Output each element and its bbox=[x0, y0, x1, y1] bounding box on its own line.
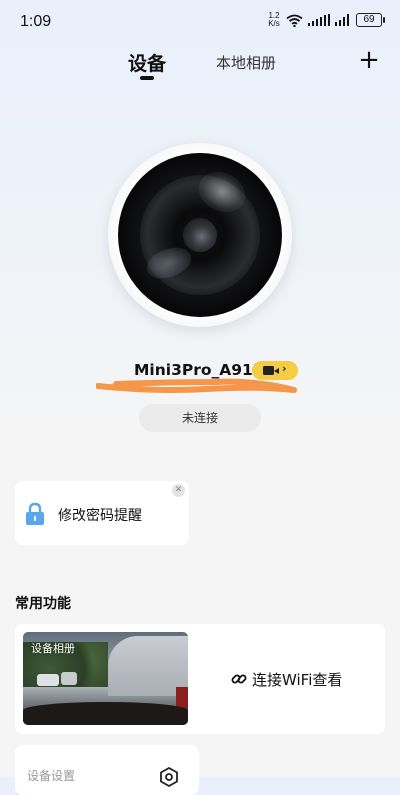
status-bar: 1:09 1.2 K/s 69 bbox=[0, 0, 400, 44]
network-speed-unit: K/s bbox=[268, 19, 280, 28]
status-icons: 1.2 K/s 69 bbox=[267, 12, 385, 28]
password-reminder-card[interactable]: 修改密码提醒 ✕ bbox=[15, 481, 189, 545]
thumb-dashboard bbox=[23, 702, 188, 725]
network-speed: 1.2 K/s bbox=[267, 12, 281, 28]
password-reminder-label: 修改密码提醒 bbox=[58, 508, 142, 524]
settings-icon bbox=[160, 767, 178, 787]
link-icon bbox=[231, 674, 247, 684]
cellular-signal-icon bbox=[308, 14, 330, 26]
tab-local-album[interactable]: 本地相册 bbox=[216, 52, 276, 73]
connect-wifi-label: 连接WiFi查看 bbox=[252, 670, 343, 689]
scribble-annotation bbox=[96, 378, 297, 393]
device-image[interactable] bbox=[108, 143, 292, 327]
add-device-button[interactable]: + bbox=[358, 47, 380, 73]
section-title: 常用功能 bbox=[15, 596, 71, 612]
wifi-icon bbox=[286, 14, 303, 27]
device-settings-card[interactable]: 设备设置 bbox=[15, 745, 199, 795]
device-settings-label: 设备设置 bbox=[27, 769, 76, 783]
cellular-signal-2-icon bbox=[335, 14, 349, 26]
top-tabs: 设备 本地相册 + bbox=[0, 46, 400, 86]
camera-lens-icon bbox=[118, 153, 282, 317]
device-album-button[interactable]: 设备相册 bbox=[23, 632, 188, 725]
connection-status-badge[interactable]: 未连接 bbox=[139, 404, 261, 432]
lens-core bbox=[183, 218, 217, 252]
tab-active-indicator bbox=[140, 76, 154, 80]
device-album-label: 设备相册 bbox=[31, 642, 75, 655]
status-time: 1:09 bbox=[20, 13, 52, 30]
common-features-card: 设备相册 连接WiFi查看 bbox=[15, 624, 385, 734]
connect-wifi-button[interactable]: 连接WiFi查看 bbox=[231, 668, 342, 690]
thumb-car bbox=[37, 674, 59, 686]
thumb-car-2 bbox=[61, 672, 77, 685]
close-icon[interactable]: ✕ bbox=[172, 484, 185, 497]
lock-icon bbox=[26, 502, 44, 525]
battery-icon: 69 bbox=[356, 13, 385, 27]
tab-device[interactable]: 设备 bbox=[128, 49, 166, 76]
